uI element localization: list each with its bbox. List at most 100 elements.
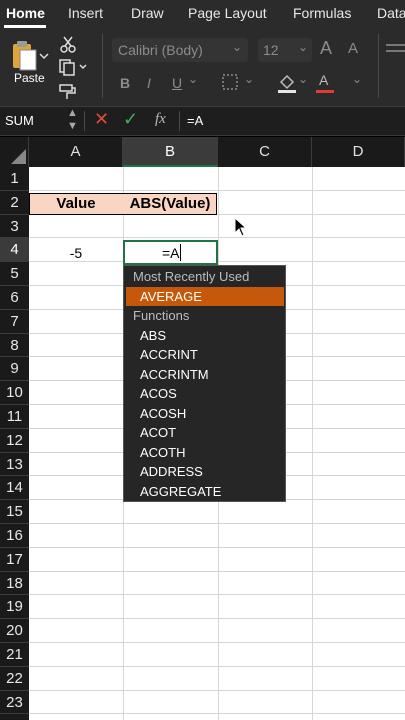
font-size-value: 12: [263, 42, 279, 58]
gridline: [29, 665, 405, 667]
autocomplete-item-average[interactable]: AVERAGE: [140, 289, 202, 304]
row-header-10[interactable]: 10: [0, 381, 29, 405]
row-header-7[interactable]: 7: [0, 310, 29, 334]
row-header-12[interactable]: 12: [0, 429, 29, 453]
gridline: [29, 570, 405, 572]
gridline: [29, 523, 405, 524]
fill-color-icon[interactable]: [276, 72, 298, 94]
name-box[interactable]: SUM: [5, 113, 34, 128]
row-header-4[interactable]: 4: [0, 238, 29, 263]
row-header-16[interactable]: 16: [0, 524, 29, 548]
row-header-21[interactable]: 21: [0, 643, 29, 667]
active-cell-text: =A: [162, 245, 180, 261]
autocomplete-item[interactable]: ACOTH: [140, 445, 186, 460]
chevron-down-icon[interactable]: ⌄: [188, 72, 198, 86]
font-name-dropdown[interactable]: Calibri (Body) ⌄: [112, 38, 248, 62]
borders-icon[interactable]: [222, 74, 238, 90]
gridline: [29, 713, 405, 715]
formula-bar-divider: [84, 111, 85, 131]
gridline: [29, 189, 405, 191]
gridline: [29, 237, 405, 239]
row-header-23[interactable]: 23: [0, 691, 29, 715]
tab-home[interactable]: Home: [6, 5, 45, 21]
formula-bar: SUM ▲ ▼ ✕ ✓ fx =A: [0, 106, 405, 136]
tab-insert[interactable]: Insert: [68, 5, 103, 21]
italic-button[interactable]: I: [147, 75, 151, 91]
name-box-stepper-icon[interactable]: ▲ ▼: [67, 107, 78, 133]
font-color-swatch: [316, 90, 334, 93]
row-header-18[interactable]: 18: [0, 572, 29, 596]
gridline: [29, 689, 405, 691]
chevron-down-icon[interactable]: ⌄: [352, 72, 362, 86]
row-header-2[interactable]: 2: [0, 191, 29, 215]
cell-a2[interactable]: Value: [29, 192, 123, 216]
align-lines-icon: [386, 50, 405, 52]
bold-button[interactable]: B: [120, 75, 130, 91]
font-color-icon[interactable]: A: [316, 72, 334, 94]
autocomplete-section-functions: Functions: [133, 308, 190, 323]
ribbon-divider: [102, 34, 103, 98]
font-color-letter: A: [319, 72, 329, 88]
row-header-14[interactable]: 14: [0, 476, 29, 501]
row-header-3[interactable]: 3: [0, 215, 29, 239]
row-header-9[interactable]: 9: [0, 357, 29, 382]
autocomplete-item[interactable]: ABS: [140, 328, 166, 343]
formula-bar-divider: [179, 111, 180, 131]
row-header-13[interactable]: 13: [0, 453, 29, 477]
font-size-dropdown[interactable]: 12 ⌄: [258, 38, 312, 62]
column-header-a[interactable]: A: [29, 137, 123, 167]
tab-formulas[interactable]: Formulas: [293, 5, 351, 21]
gridline: [29, 594, 405, 596]
gridline: [29, 546, 405, 548]
cell-a4[interactable]: -5: [29, 241, 123, 265]
align-lines-icon[interactable]: [386, 44, 405, 46]
row-header-5[interactable]: 5: [0, 262, 29, 286]
row-header-8[interactable]: 8: [0, 334, 29, 358]
tab-page-layout[interactable]: Page Layout: [188, 5, 267, 21]
increase-font-size-icon[interactable]: A: [320, 38, 332, 59]
paste-button[interactable]: Paste: [8, 38, 50, 88]
format-painter-icon[interactable]: [58, 82, 78, 100]
active-cell-b4[interactable]: =A: [123, 240, 218, 265]
autocomplete-item[interactable]: ACOT: [140, 425, 176, 440]
autocomplete-item[interactable]: ACCRINTM: [140, 367, 209, 382]
gridline: [29, 618, 405, 620]
chevron-down-icon[interactable]: ⌄: [244, 72, 254, 86]
decrease-font-size-icon[interactable]: A: [348, 40, 358, 57]
row-header-15[interactable]: 15: [0, 500, 29, 524]
autocomplete-item[interactable]: ADDRESS: [140, 464, 203, 479]
formula-input[interactable]: =A: [187, 113, 203, 128]
ribbon: Paste Calibri (Body) ⌄ 12 ⌄ A A B I U ⌄ …: [0, 28, 405, 106]
autocomplete-item[interactable]: ACOS: [140, 386, 177, 401]
autocomplete-item[interactable]: ACOSH: [140, 406, 186, 421]
insert-function-icon[interactable]: fx: [155, 111, 166, 128]
chevron-down-icon: ⌄: [298, 40, 309, 54]
row-header-22[interactable]: 22: [0, 667, 29, 691]
cancel-icon[interactable]: ✕: [94, 109, 109, 130]
cut-icon[interactable]: [58, 36, 78, 54]
row-header-11[interactable]: 11: [0, 405, 29, 429]
row-header-19[interactable]: 19: [0, 595, 29, 620]
column-header-bar: A B C D: [0, 137, 405, 167]
text-cursor: [180, 244, 181, 261]
autocomplete-item[interactable]: ACCRINT: [140, 347, 198, 362]
function-autocomplete-list[interactable]: Most Recently Used AVERAGE Functions ABS…: [123, 265, 286, 502]
column-header-d[interactable]: D: [312, 137, 405, 167]
row-header-6[interactable]: 6: [0, 286, 29, 310]
chevron-down-icon[interactable]: ⌄: [298, 72, 308, 86]
row-header-1[interactable]: 1: [0, 167, 29, 191]
cell-b2[interactable]: ABS(Value): [123, 192, 217, 216]
ribbon-divider: [378, 34, 379, 98]
enter-check-icon[interactable]: ✓: [123, 109, 138, 130]
column-header-b[interactable]: B: [123, 137, 218, 167]
underline-button[interactable]: U: [172, 75, 182, 91]
tab-draw[interactable]: Draw: [131, 5, 164, 21]
autocomplete-item[interactable]: AGGREGATE: [140, 484, 221, 499]
row-header-17[interactable]: 17: [0, 548, 29, 572]
tab-data[interactable]: Data: [377, 5, 405, 21]
row-header-20[interactable]: 20: [0, 619, 29, 643]
column-header-c[interactable]: C: [218, 137, 312, 167]
select-all-corner[interactable]: [0, 137, 29, 167]
copy-icon[interactable]: [58, 58, 90, 76]
paste-label: Paste: [14, 71, 45, 85]
